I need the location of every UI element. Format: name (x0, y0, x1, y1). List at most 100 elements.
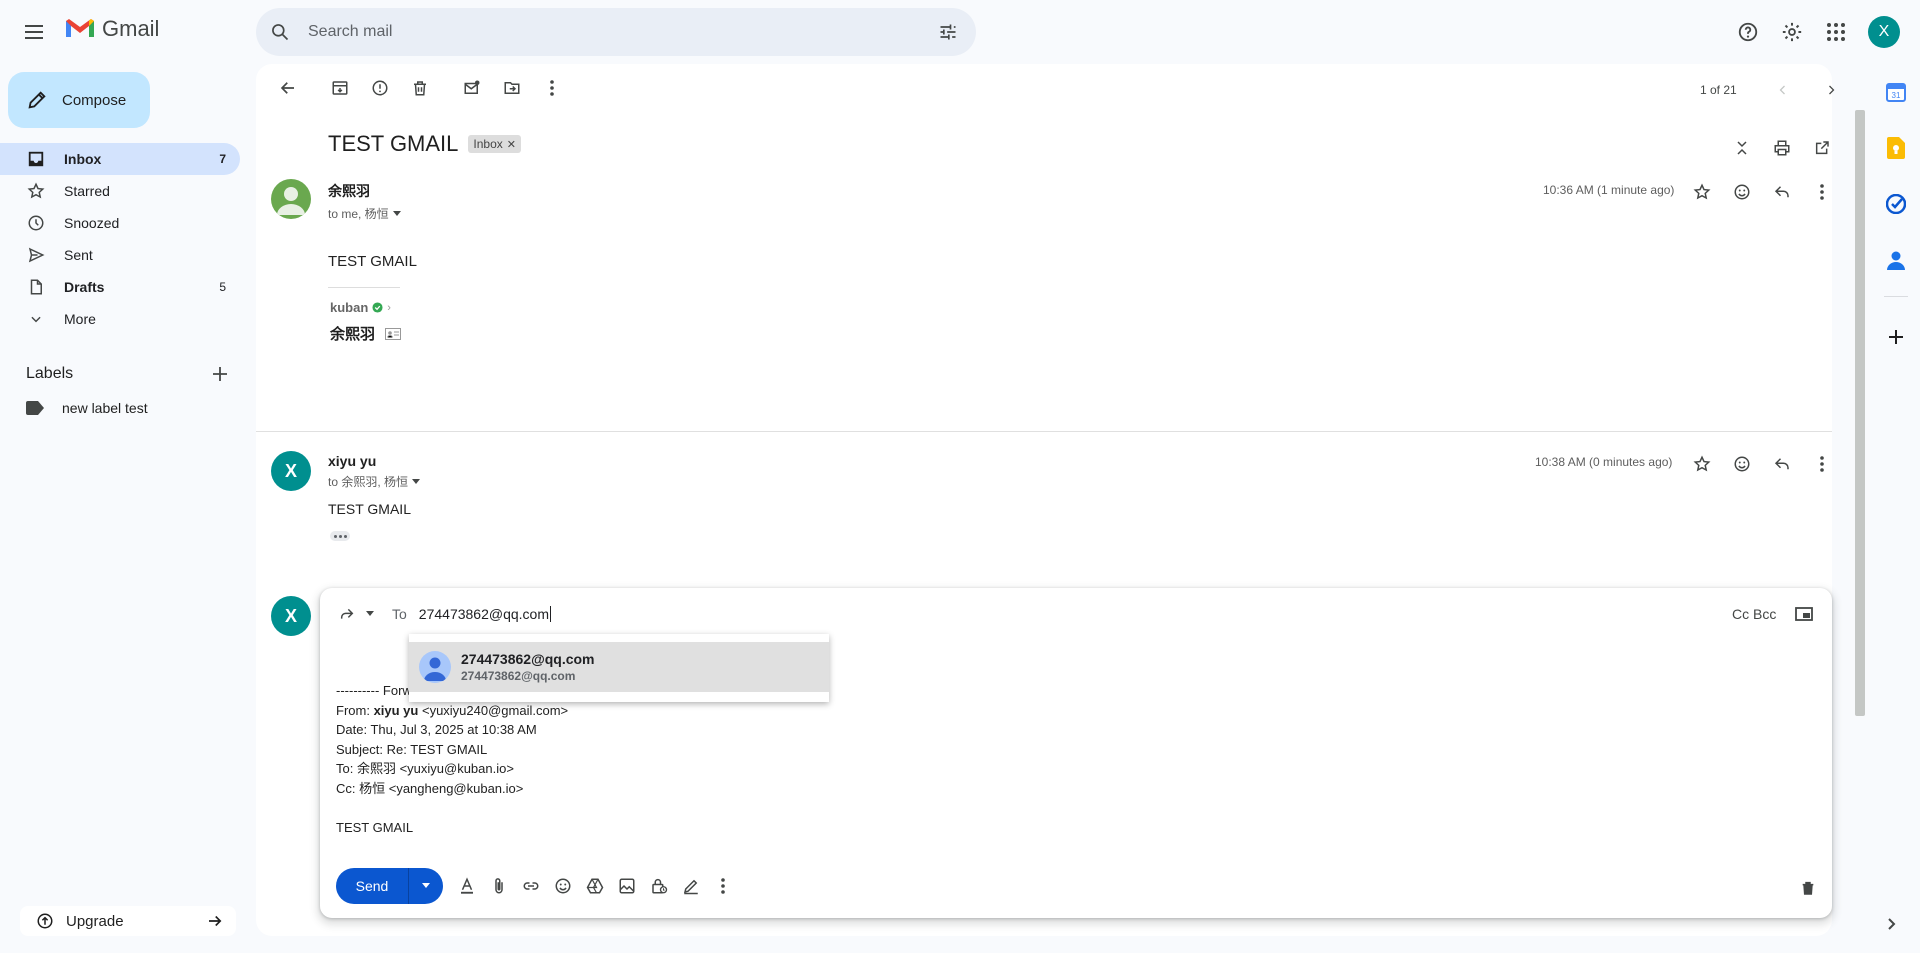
next-page-icon[interactable] (1819, 78, 1843, 102)
reply-avatar: X (271, 596, 311, 636)
insert-photo-icon[interactable] (615, 874, 639, 898)
inbox-label-chip[interactable]: Inbox ✕ (468, 135, 521, 153)
sidebar-item-drafts[interactable]: Drafts 5 (0, 271, 240, 303)
caret-down-icon (392, 210, 401, 216)
google-drive-icon[interactable] (583, 874, 607, 898)
formatting-options-icon[interactable] (455, 874, 479, 898)
sidebar-nav: Inbox 7 Starred Snoozed Sent Drafts 5 Mo… (0, 143, 240, 335)
emoji-react-icon[interactable] (1730, 180, 1754, 204)
sender-name[interactable]: 余熙羽 (328, 181, 401, 201)
prev-page-icon[interactable] (1771, 78, 1795, 102)
trash-icon[interactable] (400, 72, 440, 104)
message-time: 10:38 AM (0 minutes ago) (1535, 455, 1673, 469)
send-options-button[interactable] (409, 868, 443, 904)
reply-icon[interactable] (1770, 180, 1794, 204)
mark-unread-icon[interactable] (452, 72, 492, 104)
apps-grid-icon[interactable] (1818, 14, 1854, 50)
top-bar: Gmail X (0, 0, 1920, 64)
label-item[interactable]: new label test (26, 400, 148, 416)
hide-side-panel-icon[interactable] (1880, 912, 1904, 936)
sidebar-item-starred[interactable]: Starred (0, 175, 240, 207)
message-1-body: TEST GMAIL (328, 253, 417, 270)
attach-file-icon[interactable] (487, 874, 511, 898)
draft-count: 5 (219, 280, 226, 294)
search-bar[interactable] (256, 8, 976, 56)
recipients-text: to me, 杨恒 (328, 207, 389, 221)
caret-down-icon (412, 478, 421, 484)
report-spam-icon[interactable] (360, 72, 400, 104)
print-icon[interactable] (1768, 134, 1796, 162)
settings-gear-icon[interactable] (1774, 14, 1810, 50)
archive-icon[interactable] (320, 72, 360, 104)
collapse-all-icon[interactable] (1728, 134, 1756, 162)
more-vert-icon[interactable] (1810, 180, 1834, 204)
pop-out-icon[interactable] (1794, 604, 1814, 624)
recipient-suggestions: 274473862@qq.com 274473862@qq.com (409, 634, 829, 702)
add-label-icon[interactable] (208, 362, 232, 386)
forwarded-message[interactable]: ---------- Forw From: xiyu yu <yuxiyu240… (336, 681, 568, 838)
insert-link-icon[interactable] (519, 874, 543, 898)
sidebar-item-inbox[interactable]: Inbox 7 (0, 143, 240, 175)
move-to-icon[interactable] (492, 72, 532, 104)
draft-icon (26, 277, 46, 297)
reply-icon[interactable] (1770, 452, 1794, 476)
gmail-m-icon (66, 19, 94, 37)
cc-bcc-link[interactable]: Cc Bcc (1732, 606, 1776, 622)
gmail-logo[interactable]: Gmail (64, 16, 159, 42)
caret-down-icon[interactable] (366, 611, 374, 617)
open-new-window-icon[interactable] (1808, 134, 1836, 162)
sidebar-item-sent[interactable]: Sent (0, 239, 240, 271)
forward-type-icon[interactable] (336, 603, 358, 625)
more-options-icon[interactable] (711, 874, 735, 898)
insert-signature-icon[interactable] (679, 874, 703, 898)
contacts-icon[interactable] (1876, 240, 1916, 280)
star-icon[interactable] (1690, 180, 1714, 204)
compose-button[interactable]: Compose (8, 72, 150, 128)
forwarded-subject: Subject: Re: TEST GMAIL (336, 741, 488, 757)
calendar-icon[interactable]: 31 (1876, 72, 1916, 112)
company-name: kuban (330, 300, 369, 315)
more-vert-icon[interactable] (532, 72, 572, 104)
get-addons-icon[interactable] (1876, 317, 1916, 357)
recipients-line[interactable]: to me, 杨恒 (328, 205, 401, 222)
sender-name[interactable]: xiyu yu (328, 453, 420, 469)
sidebar-item-snoozed[interactable]: Snoozed (0, 207, 240, 239)
message-divider (256, 431, 1832, 432)
suggestion-item[interactable]: 274473862@qq.com 274473862@qq.com (409, 642, 829, 692)
inbox-icon (26, 149, 46, 169)
thread-subject: TEST GMAIL (328, 131, 459, 156)
sidebar-item-label: Inbox (64, 151, 102, 167)
verified-badge-icon (372, 302, 383, 313)
hamburger-icon (25, 25, 43, 39)
clock-icon (26, 213, 46, 233)
compose-format-actions (455, 874, 735, 898)
search-icon[interactable] (260, 12, 300, 52)
sidebar-item-more[interactable]: More (0, 303, 240, 335)
back-arrow-icon[interactable] (268, 72, 308, 104)
support-icon[interactable] (1730, 14, 1766, 50)
main-menu-button[interactable] (18, 16, 50, 48)
sender-avatar[interactable]: X (271, 451, 311, 491)
sidebar-item-label: Starred (64, 183, 110, 199)
search-options-icon[interactable] (928, 12, 968, 52)
recipients-line[interactable]: to 余熙羽, 杨恒 (328, 473, 421, 490)
show-trimmed-content-button[interactable] (330, 531, 350, 541)
tasks-icon[interactable] (1876, 184, 1916, 224)
send-button[interactable]: Send (336, 868, 409, 904)
discard-draft-icon[interactable] (1796, 876, 1820, 900)
insert-emoji-icon[interactable] (551, 874, 575, 898)
star-icon[interactable] (1690, 452, 1714, 476)
keep-icon[interactable] (1876, 128, 1916, 168)
sender-avatar[interactable] (271, 179, 311, 219)
thread-subject-row: TEST GMAIL Inbox ✕ (328, 131, 521, 157)
confidential-mode-icon[interactable] (647, 874, 671, 898)
message-2-body: TEST GMAIL (328, 501, 411, 517)
scrollbar[interactable] (1855, 110, 1865, 716)
more-vert-icon[interactable] (1810, 452, 1834, 476)
emoji-react-icon[interactable] (1730, 452, 1754, 476)
upgrade-button[interactable]: Upgrade (20, 906, 236, 936)
account-avatar[interactable]: X (1868, 16, 1900, 48)
search-input[interactable] (308, 23, 888, 41)
to-recipient-input[interactable]: 274473862@qq.com (419, 606, 551, 622)
remove-label-icon[interactable]: ✕ (507, 138, 516, 151)
